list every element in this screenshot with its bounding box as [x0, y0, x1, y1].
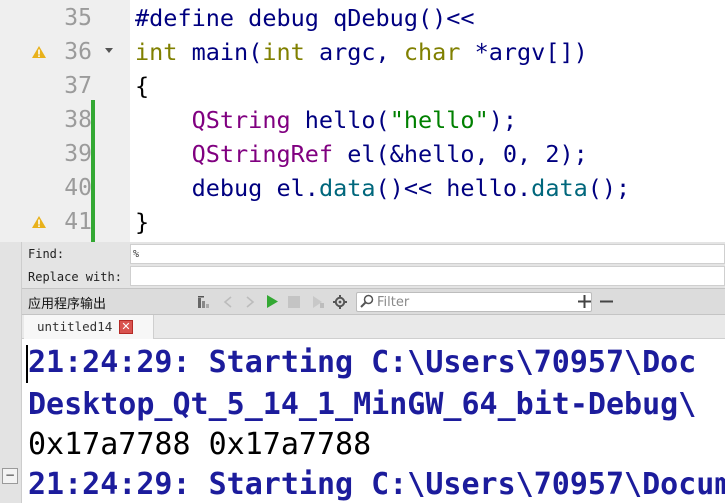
output-line: 0x17a7788 0x17a7788	[28, 427, 372, 462]
find-label: Find:	[28, 247, 65, 261]
code-token: );	[488, 106, 518, 134]
code-token: QStringRef	[191, 140, 334, 168]
code-token: ,	[517, 140, 546, 168]
tab-untitled14[interactable]: untitled14 ✕	[24, 315, 154, 339]
code-token: 2	[545, 140, 560, 168]
code-token: QString	[191, 106, 291, 134]
replace-input[interactable]	[130, 266, 725, 286]
code-token: #define debug qDebug()<<	[135, 4, 475, 32]
plus-icon[interactable]	[576, 293, 592, 310]
code-token: char	[403, 38, 461, 66]
line-number: 40	[64, 175, 92, 201]
code-token: ();	[587, 174, 631, 202]
arrow-right-icon[interactable]	[242, 293, 258, 310]
code-line-38[interactable]: QString hello("hello");	[135, 103, 517, 137]
code-token: main(	[177, 38, 263, 66]
code-token: el(&hello,	[333, 140, 503, 168]
output-tab-bar: untitled14 ✕	[22, 315, 725, 339]
filter-input[interactable]	[377, 294, 587, 310]
code-token: }	[135, 208, 150, 236]
left-side-strip: −	[0, 242, 22, 503]
stop-icon[interactable]	[286, 293, 302, 310]
code-line-37[interactable]: {	[135, 69, 149, 103]
code-line-35[interactable]: #define debug qDebug()<<	[135, 1, 475, 35]
find-input[interactable]: %	[130, 244, 725, 264]
line-number: 39	[64, 141, 92, 167]
code-token: data	[318, 174, 376, 202]
change-indicator-bar	[91, 100, 95, 242]
output-line: 21:24:29: Starting C:\Users\70957\Doc	[28, 345, 697, 380]
code-token: data	[531, 174, 588, 202]
replace-label: Replace with:	[28, 270, 122, 284]
debug-icon[interactable]	[310, 293, 326, 310]
code-token: *argv[])	[460, 38, 588, 66]
code-token: hello(	[290, 106, 390, 134]
filter-box[interactable]	[356, 292, 592, 312]
output-line: Desktop_Qt_5_14_1_MinGW_64_bit-Debug\	[28, 387, 697, 422]
arrow-left-icon[interactable]	[220, 293, 236, 310]
code-token: {	[135, 72, 150, 100]
fold-arrow-icon[interactable]	[105, 48, 113, 53]
play-icon[interactable]	[264, 293, 280, 310]
code-token: 0	[502, 140, 518, 168]
line-number: 37	[64, 73, 92, 99]
line-number: 38	[64, 107, 92, 133]
gutter-row-37: 37	[0, 69, 130, 103]
code-line-40[interactable]: debug el.data()<< hello.data();	[135, 171, 631, 205]
pane-title: 应用程序输出	[28, 297, 107, 312]
find-replace-panel: Find: % Replace with:	[22, 242, 725, 288]
code-token: "hello"	[389, 106, 489, 134]
gear-icon[interactable]	[332, 293, 348, 310]
code-token: int	[262, 38, 305, 66]
find-options-icon[interactable]: %	[133, 248, 147, 261]
minus-icon[interactable]	[598, 293, 614, 310]
output-pane-toolbar: 应用程序输出	[22, 288, 725, 315]
gutter-row-39: 39	[0, 137, 130, 171]
search-icon	[360, 294, 374, 312]
attach-icon[interactable]	[196, 293, 212, 310]
warning-icon[interactable]	[32, 46, 46, 58]
warning-icon[interactable]	[32, 216, 46, 228]
gutter-row-40: 40	[0, 171, 130, 205]
code-editor[interactable]: 35 36 37 38 39 40 41 #define debug qDebu…	[0, 0, 725, 242]
line-number: 35	[64, 5, 92, 31]
gutter-row-35: 35	[0, 1, 130, 35]
tab-label: untitled14	[37, 319, 113, 334]
close-icon[interactable]: ✕	[119, 320, 133, 334]
collapse-panel-button[interactable]: −	[2, 468, 18, 484]
gutter-row-41: 41	[0, 205, 130, 239]
gutter-row-36: 36	[0, 35, 130, 69]
code-token: argc,	[304, 38, 404, 66]
gutter-row-38: 38	[0, 103, 130, 137]
code-token: int	[135, 38, 178, 66]
line-number: 36	[64, 39, 92, 65]
code-token: ()<< hello.	[375, 174, 532, 202]
code-token: );	[559, 140, 588, 168]
line-number-gutter: 35 36 37 38 39 40 41	[0, 0, 130, 242]
code-line-39[interactable]: QStringRef el(&hello, 0, 2);	[135, 137, 588, 171]
output-line: 21:24:29: Starting C:\Users\70957\Docume…	[28, 467, 725, 502]
line-number: 41	[64, 209, 92, 235]
code-line-41[interactable]: }	[135, 205, 149, 239]
code-line-36[interactable]: int main(int argc, char *argv[])	[135, 35, 588, 69]
code-token: debug el.	[135, 174, 319, 202]
application-output[interactable]: 21:24:29: Starting C:\Users\70957\Doc De…	[22, 339, 725, 503]
